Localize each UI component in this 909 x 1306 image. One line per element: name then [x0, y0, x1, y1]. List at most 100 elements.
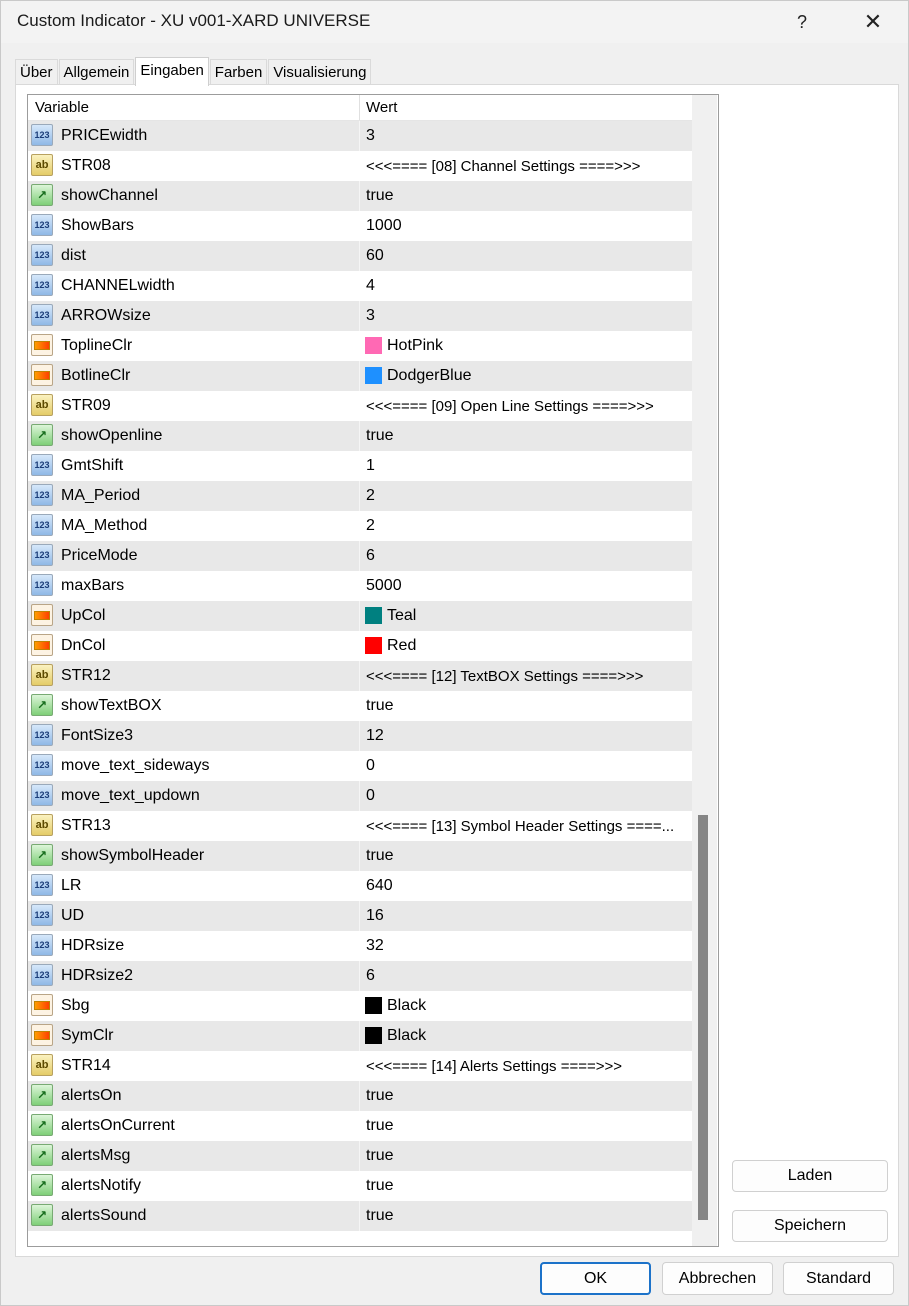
variable-value[interactable]: true — [366, 1147, 394, 1165]
variable-value[interactable]: Black — [387, 1027, 426, 1045]
table-row[interactable]: 123 PriceMode 6 — [28, 541, 692, 571]
variable-value[interactable]: <<<==== [14] Alerts Settings ====>>> — [366, 1058, 622, 1075]
column-separator[interactable] — [359, 95, 360, 120]
scrollbar-thumb[interactable] — [698, 815, 708, 1220]
column-header-value[interactable]: Wert — [366, 99, 397, 116]
variable-value[interactable]: true — [366, 187, 394, 205]
table-row[interactable]: ↗ showTextBOX true — [28, 691, 692, 721]
integer-type-icon: 123 — [31, 454, 53, 476]
variable-value[interactable]: <<<==== [09] Open Line Settings ====>>> — [366, 398, 654, 415]
save-button[interactable]: Speichern — [732, 1210, 888, 1242]
table-row[interactable]: 123 dist 60 — [28, 241, 692, 271]
table-row[interactable]: SymClr Black — [28, 1021, 692, 1051]
table-row[interactable]: 123 move_text_updown 0 — [28, 781, 692, 811]
ok-button[interactable]: OK — [540, 1262, 651, 1295]
table-row[interactable]: 123 MA_Method 2 — [28, 511, 692, 541]
variable-value[interactable]: 3 — [366, 127, 375, 145]
help-icon[interactable]: ? — [772, 1, 832, 43]
table-row[interactable]: ↗ alertsMsg true — [28, 1141, 692, 1171]
variable-value[interactable]: true — [366, 427, 394, 445]
tab-farben[interactable]: Farben — [209, 59, 268, 85]
color-type-icon — [31, 604, 53, 626]
table-row[interactable]: ↗ alertsSound true — [28, 1201, 692, 1231]
table-row[interactable]: 123 PRICEwidth 3 — [28, 121, 692, 151]
table-row[interactable]: ab STR13 <<<==== [13] Symbol Header Settin… — [28, 811, 692, 841]
table-row[interactable]: ↗ showOpenline true — [28, 421, 692, 451]
tab-eingaben[interactable]: Eingaben — [135, 57, 209, 86]
variable-value[interactable]: true — [366, 1117, 394, 1135]
variable-value[interactable]: 60 — [366, 247, 384, 265]
table-row[interactable]: ↗ alertsOnCurrent true — [28, 1111, 692, 1141]
color-swatch[interactable] — [365, 337, 382, 354]
cancel-button[interactable]: Abbrechen — [662, 1262, 773, 1295]
table-row[interactable]: ab STR09 <<<==== [09] Open Line Settings =… — [28, 391, 692, 421]
variable-value[interactable]: true — [366, 1207, 394, 1225]
table-row[interactable]: ab STR12 <<<==== [12] TextBOX Settings ===… — [28, 661, 692, 691]
table-row[interactable]: 123 HDRsize2 6 — [28, 961, 692, 991]
table-row[interactable]: 123 ShowBars 1000 — [28, 211, 692, 241]
color-swatch[interactable] — [365, 367, 382, 384]
table-row[interactable]: 123 UD 16 — [28, 901, 692, 931]
variable-value[interactable]: true — [366, 1087, 394, 1105]
color-swatch[interactable] — [365, 997, 382, 1014]
table-row[interactable]: 123 CHANNELwidth 4 — [28, 271, 692, 301]
table-row[interactable]: 123 HDRsize 32 — [28, 931, 692, 961]
variable-value[interactable]: <<<==== [08] Channel Settings ====>>> — [366, 158, 640, 175]
color-swatch[interactable] — [365, 637, 382, 654]
variable-value[interactable]: 2 — [366, 487, 375, 505]
color-swatch[interactable] — [365, 1027, 382, 1044]
variable-value[interactable]: 6 — [366, 547, 375, 565]
variable-name: LR — [61, 877, 82, 894]
variable-value[interactable]: HotPink — [387, 337, 443, 355]
load-button[interactable]: Laden — [732, 1160, 888, 1192]
table-row[interactable]: UpCol Teal — [28, 601, 692, 631]
variable-value[interactable]: Teal — [387, 607, 416, 625]
vertical-scrollbar[interactable] — [692, 95, 717, 1246]
close-icon[interactable]: ✕ — [843, 1, 903, 43]
table-row[interactable]: ↗ alertsNotify true — [28, 1171, 692, 1201]
variable-value[interactable]: Black — [387, 997, 426, 1015]
tab-allgemein[interactable]: Allgemein — [58, 59, 135, 85]
table-row[interactable]: 123 GmtShift 1 — [28, 451, 692, 481]
table-row[interactable]: DnCol Red — [28, 631, 692, 661]
table-row[interactable]: 123 move_text_sideways 0 — [28, 751, 692, 781]
variable-value[interactable]: 32 — [366, 937, 384, 955]
variable-value[interactable]: 16 — [366, 907, 384, 925]
variable-value[interactable]: 6 — [366, 967, 375, 985]
variable-value[interactable]: <<<==== [12] TextBOX Settings ====>>> — [366, 668, 643, 685]
variable-value[interactable]: Red — [387, 637, 416, 655]
table-row[interactable]: ToplineClr HotPink — [28, 331, 692, 361]
color-swatch[interactable] — [365, 607, 382, 624]
variable-value[interactable]: 5000 — [366, 577, 402, 595]
variable-value[interactable]: 1 — [366, 457, 375, 475]
tab-ueber[interactable]: Über — [15, 59, 58, 85]
table-row[interactable]: ab STR08 <<<==== [08] Channel Settings ===… — [28, 151, 692, 181]
variable-value[interactable]: 4 — [366, 277, 375, 295]
table-row[interactable]: ab STR14 <<<==== [14] Alerts Settings ====… — [28, 1051, 692, 1081]
variable-value[interactable]: 0 — [366, 787, 375, 805]
variable-value[interactable]: 640 — [366, 877, 393, 895]
standard-button[interactable]: Standard — [783, 1262, 894, 1295]
table-row[interactable]: ↗ showSymbolHeader true — [28, 841, 692, 871]
tab-visualisierung[interactable]: Visualisierung — [268, 59, 372, 85]
table-row[interactable]: 123 MA_Period 2 — [28, 481, 692, 511]
variable-value[interactable]: true — [366, 697, 394, 715]
table-row[interactable]: Sbg Black — [28, 991, 692, 1021]
variable-value[interactable]: <<<==== [13] Symbol Header Settings ====… — [366, 818, 674, 835]
table-row[interactable]: 123 ARROWsize 3 — [28, 301, 692, 331]
table-row[interactable]: BotlineClr DodgerBlue — [28, 361, 692, 391]
variable-value[interactable]: true — [366, 847, 394, 865]
table-row[interactable]: 123 FontSize3 12 — [28, 721, 692, 751]
table-row[interactable]: ↗ alertsOn true — [28, 1081, 692, 1111]
table-row[interactable]: 123 LR 640 — [28, 871, 692, 901]
variable-value[interactable]: 1000 — [366, 217, 402, 235]
column-header-variable[interactable]: Variable — [35, 99, 89, 116]
variable-value[interactable]: 3 — [366, 307, 375, 325]
variable-value[interactable]: true — [366, 1177, 394, 1195]
variable-value[interactable]: 12 — [366, 727, 384, 745]
table-row[interactable]: 123 maxBars 5000 — [28, 571, 692, 601]
variable-value[interactable]: 0 — [366, 757, 375, 775]
table-row[interactable]: ↗ showChannel true — [28, 181, 692, 211]
variable-value[interactable]: DodgerBlue — [387, 367, 472, 385]
variable-value[interactable]: 2 — [366, 517, 375, 535]
